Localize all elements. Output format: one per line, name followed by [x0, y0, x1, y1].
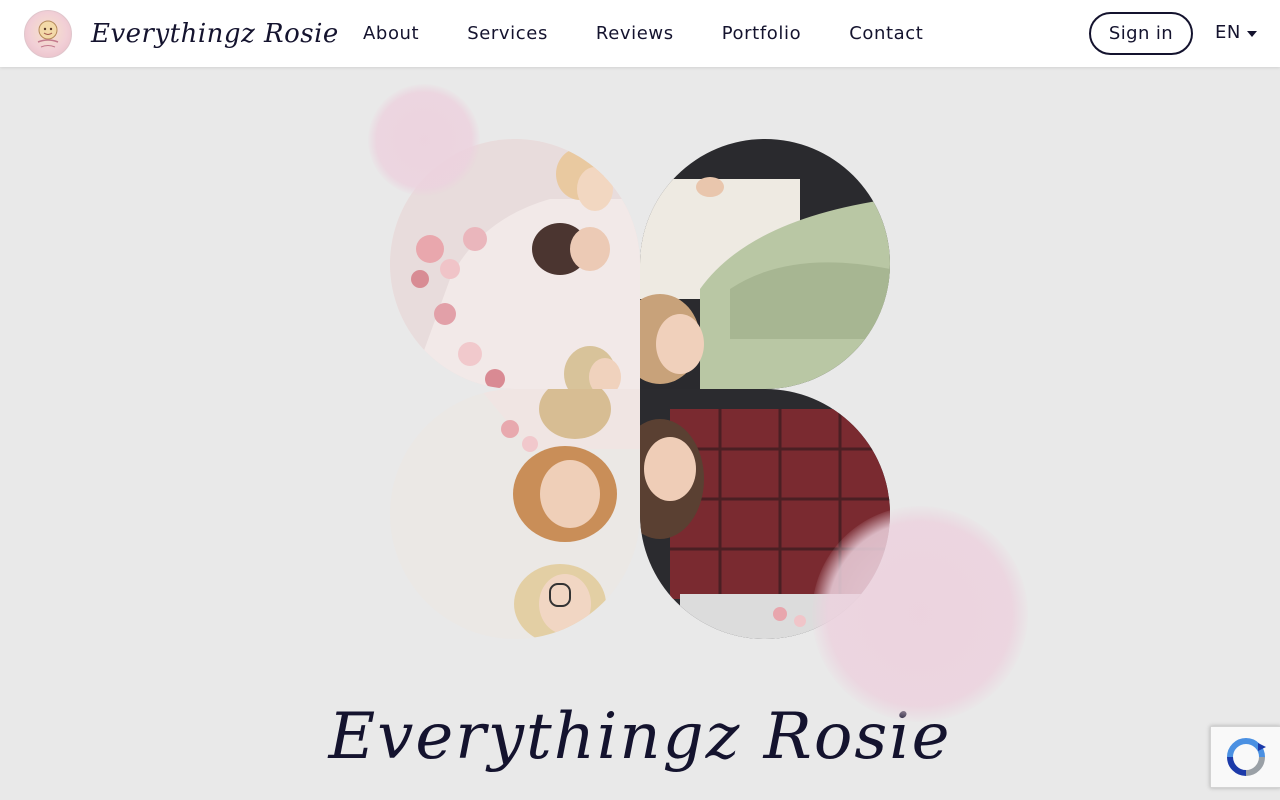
collage-photo-top-right — [640, 139, 890, 389]
decorative-pink-blob-large — [812, 506, 1028, 722]
site-header: Everythingz Rosie About Services Reviews… — [0, 0, 1280, 67]
collage-photo-bottom-left — [390, 389, 640, 639]
hero-photo-collage — [390, 139, 890, 639]
main-nav: About Services Reviews Portfolio Contact — [363, 0, 923, 67]
caret-down-icon — [1246, 30, 1257, 37]
language-selector[interactable]: EN — [1215, 22, 1257, 43]
logo-badge-icon — [24, 10, 72, 58]
brand-name: Everythingz Rosie — [91, 19, 339, 49]
brand-logo-link[interactable]: Everythingz Rosie — [24, 10, 339, 58]
nav-services[interactable]: Services — [467, 23, 548, 44]
nav-about[interactable]: About — [363, 23, 419, 44]
hero-title: Everythingz Rosie — [328, 700, 952, 774]
decorative-pink-blob — [368, 84, 480, 196]
recaptcha-icon — [1227, 738, 1266, 776]
recaptcha-badge[interactable] — [1210, 726, 1280, 788]
language-label: EN — [1215, 22, 1241, 43]
nav-reviews[interactable]: Reviews — [596, 23, 674, 44]
nav-contact[interactable]: Contact — [849, 23, 923, 44]
sign-in-button[interactable]: Sign in — [1089, 12, 1193, 55]
nav-portfolio[interactable]: Portfolio — [722, 23, 801, 44]
